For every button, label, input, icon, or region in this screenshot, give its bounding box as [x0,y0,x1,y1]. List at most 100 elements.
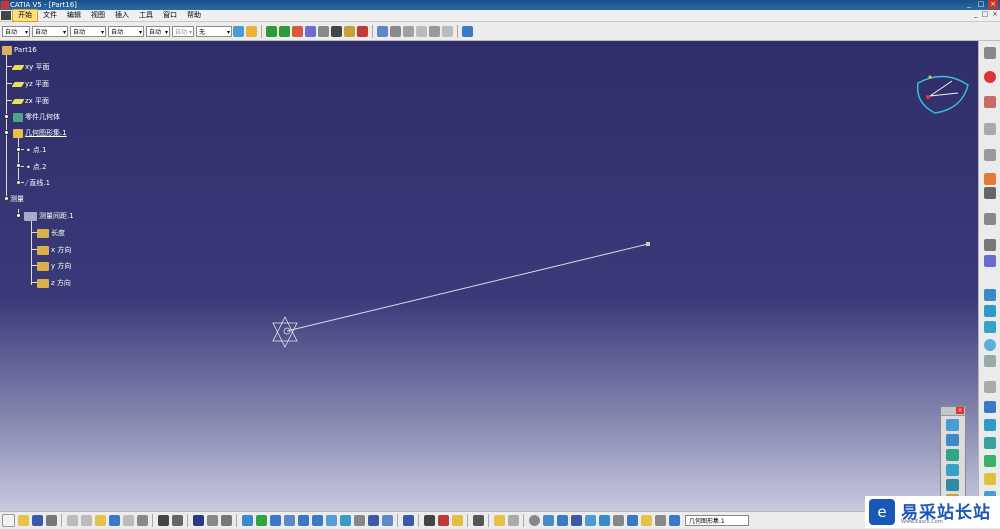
axis-system-icon[interactable] [272,316,298,348]
catalog-browser-icon[interactable] [472,515,484,526]
point-2-marker[interactable] [646,242,650,246]
connect-checker-icon[interactable] [598,515,610,526]
apply-material-icon[interactable] [220,515,232,526]
insert-body-icon[interactable] [493,515,505,526]
apply-material-icon[interactable] [357,25,368,37]
revolve-icon[interactable] [946,434,959,446]
intersection-icon[interactable] [984,321,996,333]
render-style-combo[interactable]: 自动 ▾ [172,25,194,37]
line-thickness-combo[interactable]: 自动 ▾ [70,25,106,37]
tools-palette-icon[interactable] [423,515,435,526]
point-icon[interactable] [984,239,996,251]
corner-icon[interactable] [984,381,996,393]
insert-geoset-icon[interactable] [507,515,519,526]
current-body-field[interactable]: 几何图形集.1 [685,515,749,526]
menu-edit[interactable]: 编辑 [62,10,86,21]
instantiate-icon[interactable] [442,25,453,37]
table-icon[interactable] [570,515,582,526]
circle-icon[interactable] [984,339,996,351]
menu-window[interactable]: 窗口 [158,10,182,21]
zoom-out-icon[interactable] [311,515,323,526]
reflect-lines-icon[interactable] [640,515,652,526]
trim-icon[interactable] [984,473,996,485]
doc-restore-button[interactable]: □ [982,10,989,21]
work-object-icon[interactable] [668,515,680,526]
measure-icon[interactable] [206,515,218,526]
pan-icon[interactable] [266,25,277,37]
measure-item-icon[interactable] [331,25,342,37]
analysis-icon[interactable] [542,515,554,526]
line-icon[interactable] [984,255,996,267]
floating-toolbar-header[interactable]: × [941,407,965,416]
draft-analysis-icon[interactable] [612,515,624,526]
measure-between-icon[interactable] [318,25,329,37]
doc-minimize-button[interactable]: _ [974,10,978,21]
line-type-combo[interactable]: 自动 ▾ [108,25,144,37]
paste-icon[interactable] [94,515,106,526]
pan-icon[interactable] [269,515,281,526]
curvature-icon[interactable] [556,515,568,526]
mapping-icon[interactable] [626,515,638,526]
fill-icon[interactable] [946,464,959,476]
reuse-icon[interactable] [429,25,440,37]
copy-icon[interactable] [403,25,414,37]
comment-icon[interactable] [171,515,183,526]
cut-icon[interactable] [66,515,78,526]
3d-viewport[interactable]: Part16 xy 平面 yz 平面 zx 平面 零件几何体 几何图形集.1 •… [0,41,978,511]
sketcher-constraint-icon[interactable] [437,515,449,526]
painter-icon[interactable] [233,25,244,37]
fill-color-combo[interactable]: 自动 ▾ [2,25,30,37]
doc-close-button[interactable]: × [992,10,998,21]
spec-tree-icon[interactable] [192,515,204,526]
close-icon[interactable]: × [956,407,964,414]
undo-icon[interactable] [108,515,120,526]
analysis-icon[interactable] [390,25,401,37]
menu-view[interactable]: 视图 [86,10,110,21]
copy-icon[interactable] [80,515,92,526]
redo-icon[interactable] [122,515,134,526]
grid-icon[interactable] [984,123,996,135]
update-icon[interactable] [402,515,414,526]
tools-icon[interactable] [984,187,996,199]
maximize-button[interactable]: □ [976,0,986,9]
projection-icon[interactable] [984,305,996,317]
open-icon[interactable] [17,515,29,526]
surface-icon[interactable] [984,401,996,413]
rotate-icon[interactable] [283,515,295,526]
print-icon[interactable] [45,515,57,526]
menu-file[interactable]: 文件 [38,10,62,21]
shading-icon[interactable] [353,515,365,526]
point-symbol-combo[interactable]: 自动 ▾ [146,25,170,37]
menu-tools[interactable]: 工具 [134,10,158,21]
sketch-icon[interactable] [984,47,996,59]
menu-insert[interactable]: 插入 [110,10,134,21]
document-icon[interactable] [1,11,11,20]
paste-icon[interactable] [416,25,427,37]
spline-icon[interactable] [984,355,996,367]
positioned-sketch-icon[interactable] [984,96,996,108]
zoom-in-icon[interactable] [297,515,309,526]
lock-icon[interactable] [451,515,463,526]
render-icon[interactable] [528,515,540,526]
join-icon[interactable] [984,437,996,449]
swap-space-icon[interactable] [381,515,393,526]
offset-icon[interactable] [984,419,996,431]
hide-show-icon[interactable] [367,515,379,526]
transparency-combo[interactable]: 自动 ▾ [32,25,68,37]
line-1-geometry[interactable] [286,243,649,332]
law-icon[interactable] [584,515,596,526]
minimize-button[interactable]: _ [964,0,974,9]
exit-workbench-icon[interactable] [984,71,996,83]
new-icon[interactable] [1,514,15,527]
split-icon[interactable] [984,455,996,467]
menu-help[interactable]: 帮助 [182,10,206,21]
loft-icon[interactable] [946,479,959,491]
select-icon[interactable] [984,173,996,185]
formula-icon[interactable] [157,515,169,526]
measure-inertia-icon[interactable] [344,25,355,37]
menu-start[interactable]: 开始 [12,9,38,22]
save-icon[interactable] [31,515,43,526]
close-button[interactable]: × [988,0,998,9]
plane-icon[interactable] [984,289,996,301]
sweep-icon[interactable] [946,449,959,461]
